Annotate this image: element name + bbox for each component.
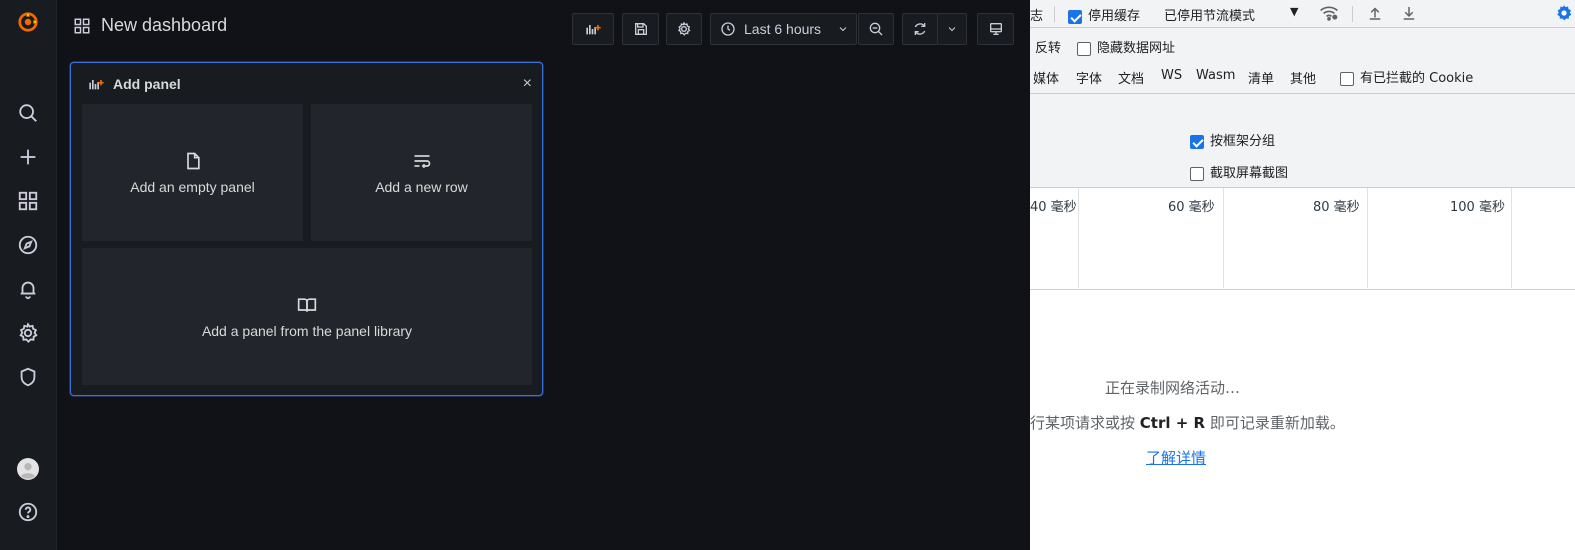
zoom-out-icon	[869, 22, 883, 36]
blocked-cookies-checkbox[interactable]: 有已拦截的 Cookie	[1340, 67, 1473, 86]
save-icon	[634, 23, 647, 35]
timeline-label: 40 毫秒	[1030, 200, 1077, 215]
filter-font[interactable]: 字体	[1076, 68, 1102, 87]
grafana-logo-icon[interactable]	[14, 8, 42, 36]
timeline-gridline	[1078, 188, 1079, 288]
hide-data-urls-label: 隐藏数据网址	[1097, 41, 1176, 56]
clock-icon	[721, 22, 735, 36]
add-new-row-card[interactable]: Add a new row	[311, 104, 532, 241]
filter-ws[interactable]: WS	[1161, 68, 1182, 83]
group-by-frame-checkbox[interactable]: 按框架分组	[1190, 130, 1275, 149]
capture-screenshots-label: 截取屏幕截图	[1210, 166, 1289, 181]
add-panel-icon	[89, 80, 104, 90]
filter-manifest[interactable]: 清单	[1248, 68, 1274, 87]
refresh-icon	[914, 23, 926, 35]
timeline-gridline	[1367, 188, 1368, 288]
toolbar-divider	[1054, 6, 1055, 22]
dashboard-main: New dashboard Last 6 hours Add panel × A…	[57, 0, 1030, 550]
reload-hint-text: 行某项请求或按 Ctrl + R 即可记录重新加载。	[1030, 412, 1575, 433]
timeline-label: 100 毫秒	[1450, 200, 1505, 215]
add-panel-title: Add panel	[113, 76, 181, 92]
filter-media[interactable]: 媒体	[1033, 68, 1059, 87]
add-panel-button[interactable]	[572, 13, 614, 45]
capture-screenshots-checkbox[interactable]: 截取屏幕截图	[1190, 162, 1288, 181]
plus-icon[interactable]	[14, 143, 42, 171]
network-conditions-icon[interactable]	[1318, 3, 1340, 27]
dashboard-title-text[interactable]: New dashboard	[101, 15, 227, 36]
throttling-label: 已停用节流模式	[1164, 9, 1256, 24]
add-new-row-label: Add a new row	[375, 178, 468, 195]
filter-wasm[interactable]: Wasm	[1196, 68, 1235, 83]
add-panel-icon	[586, 25, 601, 35]
hide-data-urls-checkbox[interactable]: 隐藏数据网址	[1077, 37, 1175, 56]
save-dashboard-button[interactable]	[622, 13, 659, 45]
timeline-gridline	[1511, 188, 1512, 288]
devtools-network-panel: 志 停用缓存 已停用节流模式 ▼ 反转 隐藏数据网址 媒体 字体 文档 WS W…	[1030, 0, 1575, 550]
time-range-picker[interactable]: Last 6 hours	[710, 13, 857, 45]
filter-other[interactable]: 其他	[1290, 68, 1316, 87]
add-from-library-card[interactable]: Add a panel from the panel library	[82, 248, 532, 385]
chevron-down-icon	[948, 27, 956, 32]
add-panel-header: Add panel	[85, 76, 181, 92]
refresh-interval-dropdown[interactable]	[937, 13, 967, 45]
throttling-dropdown-icon[interactable]: ▼	[1290, 5, 1298, 18]
alerting-bell-icon[interactable]	[14, 275, 42, 303]
toolbar-divider	[1352, 6, 1353, 22]
learn-more-link[interactable]: 了解详情	[1146, 447, 1206, 468]
zoom-out-button[interactable]	[858, 13, 894, 45]
filter-doc[interactable]: 文档	[1118, 68, 1144, 87]
disable-cache-checkbox[interactable]: 停用缓存	[1068, 5, 1140, 24]
reload-hint-prefix: 行某项请求或按	[1030, 414, 1140, 432]
recording-status-text: 正在录制网络活动…	[1105, 379, 1241, 397]
dashboard-settings-button[interactable]	[666, 13, 702, 45]
refresh-button[interactable]	[902, 13, 938, 45]
invert-label: 反转	[1035, 41, 1062, 56]
network-settings-gear-icon[interactable]	[1555, 3, 1573, 27]
server-admin-shield-icon[interactable]	[14, 363, 42, 391]
add-from-library-label: Add a panel from the panel library	[201, 322, 413, 339]
devtools-type-filter-row: 媒体 字体 文档 WS Wasm 清单 其他 有已拦截的 Cookie	[1030, 60, 1575, 94]
book-open-icon	[297, 297, 317, 312]
timeline-label: 80 毫秒	[1313, 200, 1360, 215]
import-har-icon[interactable]	[1366, 3, 1384, 27]
user-avatar[interactable]	[14, 455, 42, 483]
reload-hint-shortcut: Ctrl + R	[1139, 414, 1206, 432]
network-overview-timeline[interactable]: 40 毫秒 60 毫秒 80 毫秒 100 毫秒	[1030, 188, 1575, 290]
throttling-select[interactable]: 已停用节流模式	[1164, 5, 1255, 24]
chevron-down-icon	[839, 27, 847, 32]
grafana-sidebar	[0, 0, 57, 550]
blocked-cookies-label: 有已拦截的 Cookie	[1360, 71, 1474, 86]
file-icon	[186, 152, 200, 169]
dashboards-grid-icon[interactable]	[14, 187, 42, 215]
close-button[interactable]: ×	[523, 75, 532, 93]
explore-compass-icon[interactable]	[14, 231, 42, 259]
group-by-frame-label: 按框架分组	[1210, 134, 1276, 149]
preserve-log-label-partial: 志	[1030, 9, 1044, 24]
gear-icon	[677, 21, 691, 36]
export-har-icon[interactable]	[1400, 3, 1418, 27]
help-icon[interactable]	[14, 498, 42, 526]
monitor-icon	[989, 23, 1002, 35]
add-empty-panel-card[interactable]: Add an empty panel	[82, 104, 303, 241]
timeline-label: 60 毫秒	[1168, 200, 1215, 215]
configuration-gear-icon[interactable]	[14, 319, 42, 347]
tv-mode-button[interactable]	[977, 13, 1014, 45]
add-panel-widget: Add panel × Add an empty panel Add a new…	[70, 62, 543, 396]
wrap-text-icon	[414, 154, 430, 168]
dashboard-title: New dashboard	[73, 15, 227, 36]
search-icon[interactable]	[14, 99, 42, 127]
reload-hint-suffix: 即可记录重新加载。	[1205, 414, 1345, 432]
devtools-toolbar: 志 停用缓存 已停用节流模式 ▼	[1030, 0, 1575, 28]
add-empty-panel-label: Add an empty panel	[130, 178, 255, 195]
timeline-gridline	[1223, 188, 1224, 288]
devtools-filter-row: 反转 隐藏数据网址	[1030, 28, 1575, 60]
time-range-label: Last 6 hours	[744, 21, 822, 37]
devtools-settings-pane: 按框架分组 截取屏幕截图	[1030, 94, 1575, 188]
recording-message-area: 正在录制网络活动… 行某项请求或按 Ctrl + R 即可记录重新加载。 了解详…	[1030, 290, 1575, 550]
dashboard-grid-icon	[74, 18, 90, 33]
disable-cache-label: 停用缓存	[1088, 9, 1141, 24]
invert-checkbox[interactable]: 反转	[1035, 37, 1061, 56]
